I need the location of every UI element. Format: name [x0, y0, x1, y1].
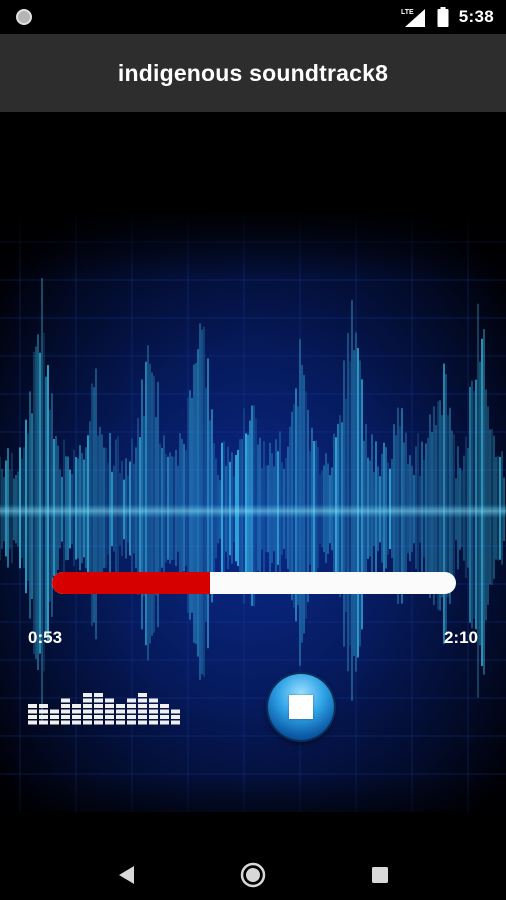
equalizer-block	[127, 715, 136, 719]
equalizer-block	[116, 709, 125, 714]
equalizer-block	[83, 715, 92, 719]
equalizer-block	[61, 709, 70, 714]
waveform-background: 0:53 2:10	[0, 112, 506, 850]
app-title: indigenous soundtrack8	[117, 59, 389, 86]
equalizer-block	[94, 715, 103, 719]
equalizer-block	[105, 709, 114, 714]
equalizer-block	[149, 715, 158, 719]
equalizer-block	[149, 709, 158, 714]
seek-bar[interactable]	[52, 572, 456, 594]
back-triangle-icon[interactable]	[114, 862, 140, 888]
app-bar: indigenous soundtrack8	[0, 34, 506, 112]
equalizer-block	[50, 720, 59, 725]
equalizer-block	[61, 698, 70, 703]
status-bar: LTE 5:38	[0, 0, 506, 34]
equalizer-block	[39, 720, 48, 725]
recents-square-icon[interactable]	[367, 862, 393, 888]
equalizer-block	[83, 709, 92, 714]
navigation-bar	[0, 850, 506, 900]
equalizer-block	[160, 715, 169, 719]
equalizer-block	[127, 720, 136, 725]
equalizer-block	[160, 704, 169, 708]
equalizer-block	[138, 698, 147, 703]
equalizer-block	[127, 709, 136, 714]
equalizer-block	[116, 715, 125, 719]
equalizer-block	[28, 720, 37, 725]
equalizer-block	[105, 715, 114, 719]
equalizer-block	[171, 709, 180, 714]
equalizer-block	[94, 709, 103, 714]
equalizer-block	[39, 715, 48, 719]
seek-bar-played	[52, 572, 210, 594]
home-circle-icon[interactable]	[240, 862, 266, 888]
equalizer-block	[83, 693, 92, 697]
equalizer-block	[138, 704, 147, 708]
equalizer-block	[149, 698, 158, 703]
equalizer-block	[138, 693, 147, 697]
equalizer-block	[138, 715, 147, 719]
equalizer-block	[61, 704, 70, 708]
stop-button[interactable]	[268, 674, 334, 740]
equalizer-block	[83, 704, 92, 708]
equalizer-icon[interactable]	[28, 688, 182, 726]
equalizer-block	[171, 720, 180, 725]
equalizer-block	[149, 704, 158, 708]
equalizer-block	[94, 693, 103, 697]
equalizer-block	[105, 704, 114, 708]
equalizer-block	[171, 715, 180, 719]
equalizer-block	[94, 704, 103, 708]
equalizer-block	[116, 704, 125, 708]
equalizer-block	[61, 715, 70, 719]
equalizer-block	[72, 709, 81, 714]
stop-icon	[289, 695, 313, 719]
battery-icon	[437, 7, 449, 27]
status-icons: LTE 5:38	[401, 6, 494, 28]
equalizer-block	[39, 709, 48, 714]
notification-icon	[16, 9, 32, 25]
total-duration: 2:10	[443, 628, 478, 647]
equalizer-block	[50, 709, 59, 714]
equalizer-block	[72, 704, 81, 708]
equalizer-block	[127, 704, 136, 708]
equalizer-block	[83, 698, 92, 703]
equalizer-block	[61, 720, 70, 725]
status-time: 5:38	[458, 7, 494, 26]
equalizer-block	[28, 709, 37, 714]
svg-text:LTE: LTE	[401, 9, 414, 16]
equalizer-block	[28, 715, 37, 719]
equalizer-block	[149, 720, 158, 725]
equalizer-block	[160, 709, 169, 714]
equalizer-block	[105, 720, 114, 725]
equalizer-block	[50, 715, 59, 719]
equalizer-block	[28, 704, 37, 708]
equalizer-block	[138, 720, 147, 725]
equalizer-block	[116, 720, 125, 725]
equalizer-block	[72, 715, 81, 719]
equalizer-block	[127, 698, 136, 703]
equalizer-block	[105, 698, 114, 703]
elapsed-time: 0:53	[28, 628, 63, 647]
equalizer-block	[39, 704, 48, 708]
equalizer-block	[83, 720, 92, 725]
equalizer-block	[94, 720, 103, 725]
equalizer-block	[160, 720, 169, 725]
equalizer-block	[94, 698, 103, 703]
equalizer-block	[138, 709, 147, 714]
lte-signal-icon: LTE	[401, 9, 425, 27]
waveform-graphic	[0, 207, 506, 850]
equalizer-block	[72, 720, 81, 725]
